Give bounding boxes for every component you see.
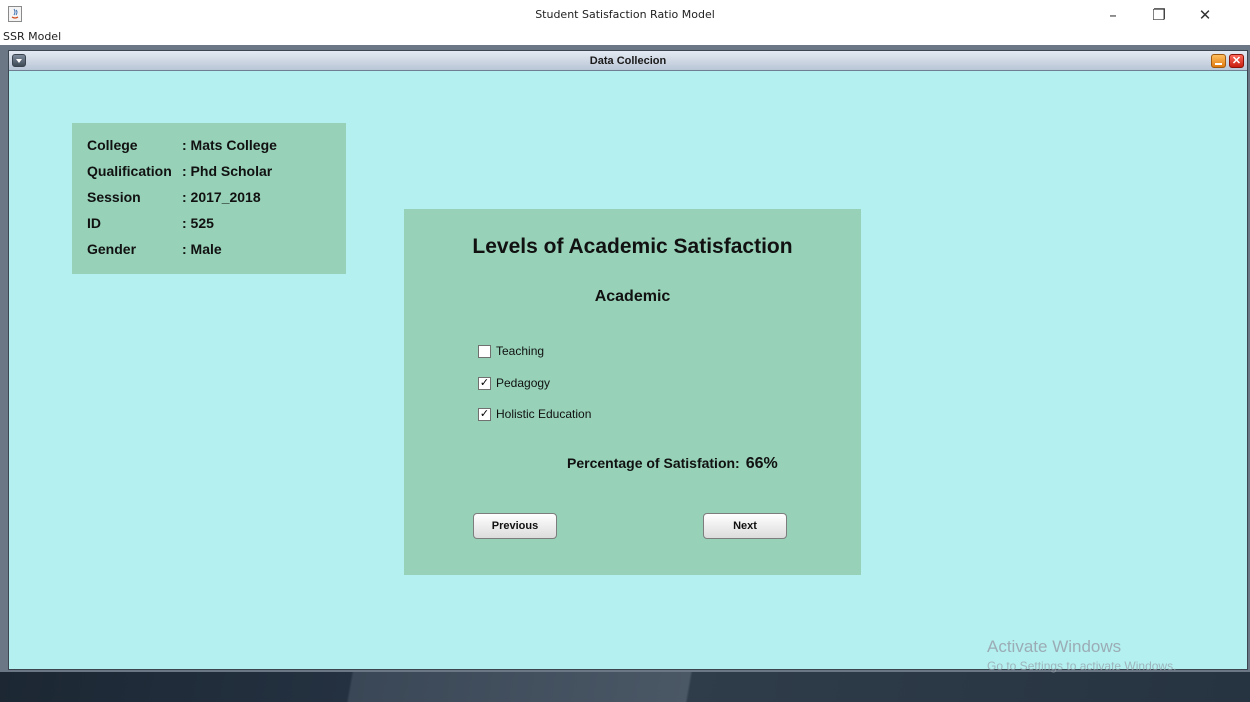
holistic-education-label: Holistic Education: [496, 407, 592, 421]
window-titlebar: Student Satisfaction Ratio Model – ❐ ✕: [0, 0, 1250, 30]
menu-ssr-model[interactable]: SSR Model: [3, 30, 61, 43]
info-value: : 525: [182, 215, 214, 231]
info-value: : Male: [182, 241, 222, 257]
satisfaction-percentage: Percentage of Satisfation: 66%: [567, 455, 778, 473]
close-button[interactable]: ✕: [1182, 2, 1228, 28]
panel-subheading: Academic: [594, 288, 671, 305]
teaching-label: Teaching: [496, 344, 545, 358]
panel-heading: Levels of Academic Satisfaction: [472, 235, 793, 258]
desktop-bottom-band: [0, 672, 1250, 702]
pedagogy-label: Pedagogy: [496, 376, 551, 390]
activate-windows-title: Activate Windows: [987, 637, 1122, 656]
frame-minimize-button[interactable]: [1211, 54, 1226, 68]
data-collection-frame: Data Collecion ✕ College : Mats College …: [8, 50, 1248, 670]
frame-close-button[interactable]: ✕: [1229, 54, 1244, 68]
menu-bar: SSR Model: [0, 30, 1250, 45]
frame-titlebar: Data Collecion ✕: [9, 51, 1247, 71]
maximize-button[interactable]: ❐: [1136, 2, 1182, 28]
next-button[interactable]: Next: [703, 513, 787, 539]
student-info-panel: College : Mats College Qualification : P…: [72, 123, 346, 274]
info-key: Session: [87, 189, 141, 205]
info-key: ID: [87, 215, 101, 231]
info-key: College: [87, 137, 138, 153]
pedagogy-checkbox-row[interactable]: ✓ Pedagogy: [478, 375, 550, 391]
holistic-education-checkbox-row[interactable]: ✓ Holistic Education: [478, 406, 591, 422]
window-title: Student Satisfaction Ratio Model: [535, 8, 715, 21]
satisfaction-panel: Levels of Academic Satisfaction Academic…: [404, 209, 861, 575]
frame-title: Data Collecion: [589, 55, 667, 67]
info-key: Qualification: [87, 163, 172, 179]
activate-windows-subtitle: Go to Settings to activate Windows.: [987, 659, 1177, 673]
percentage-value: 66%: [745, 455, 778, 472]
info-value: : Phd Scholar: [182, 163, 273, 179]
info-value: : Mats College: [182, 137, 277, 153]
percentage-label: Percentage of Satisfation:: [567, 455, 740, 471]
pedagogy-checkbox[interactable]: ✓: [478, 376, 491, 390]
info-value: : 2017_2018: [182, 189, 261, 205]
minimize-button[interactable]: –: [1090, 2, 1136, 28]
holistic-education-checkbox[interactable]: ✓: [478, 407, 491, 421]
teaching-checkbox[interactable]: [478, 344, 491, 358]
info-key: Gender: [87, 241, 137, 257]
previous-button[interactable]: Previous: [473, 513, 557, 539]
teaching-checkbox-row[interactable]: Teaching: [478, 343, 544, 359]
